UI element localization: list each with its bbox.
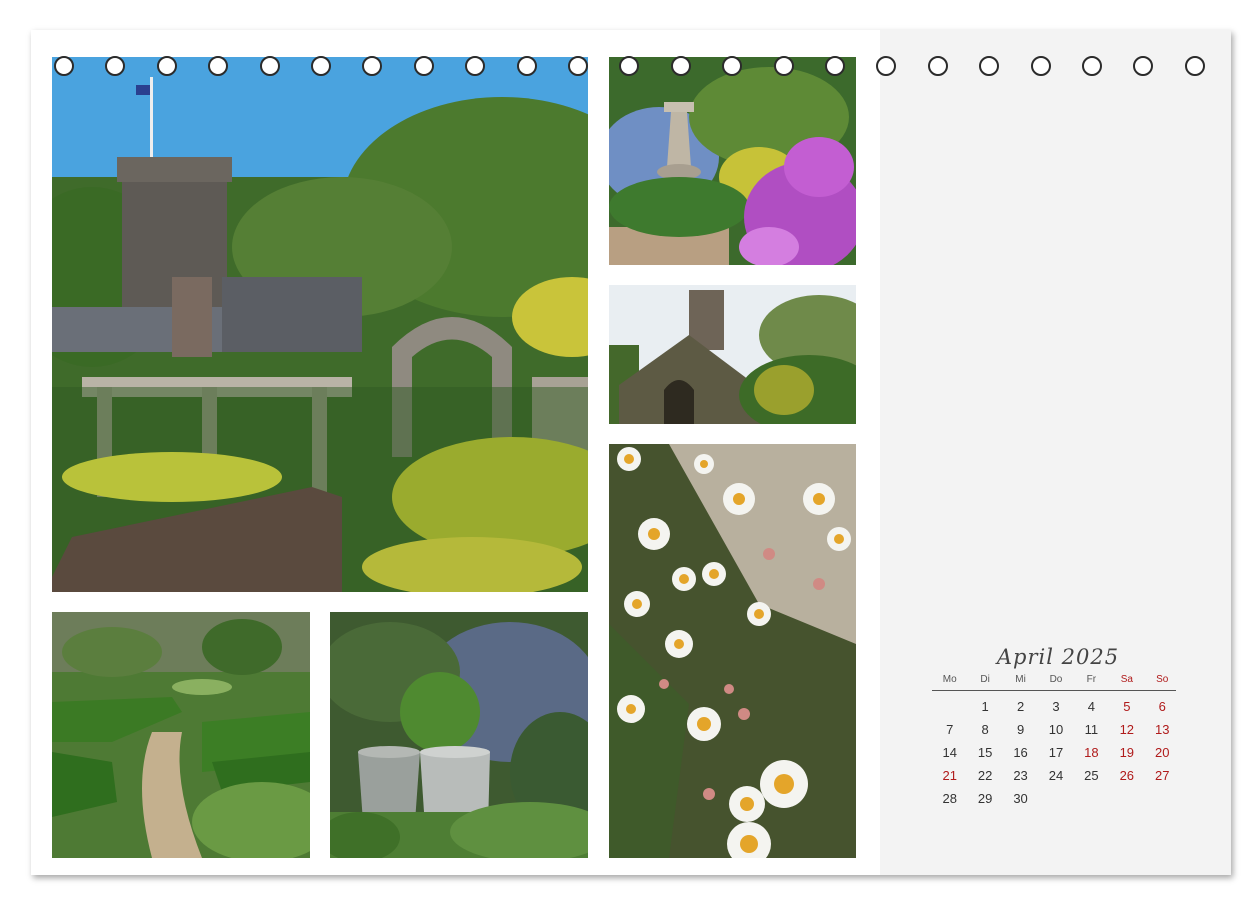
calendar-day: 3 [1052,699,1060,714]
weekday-label: Mi [1015,674,1026,685]
calendar-day: 4 [1087,699,1096,714]
calendar-day: 11 [1084,722,1099,737]
calendar-day: 8 [981,722,989,737]
calendar-day: 10 [1048,722,1064,737]
calendar-day: 1 [981,699,989,714]
weekday-label: Sa [1120,674,1133,685]
calendar-day: 18 [1084,745,1099,760]
calendar-month-title: April 2025 [996,645,1120,669]
weekday-header: Mo Di Mi Do Fr Sa So [932,674,1180,688]
photo-chapel [609,285,856,424]
weekday-label: Mo [942,674,957,685]
calendar-day: 22 [977,768,993,783]
weekday-label: Fr [1086,674,1097,685]
calendar-day: 26 [1119,768,1135,783]
calendar-day: 24 [1048,768,1064,783]
calendar-grid: 1 2 3 4 5 6 7 8 9 10 11 12 13 14 15 16 1… [932,695,1180,810]
calendar-day: 17 [1048,745,1064,760]
calendar-day: 7 [946,722,954,737]
calendar-day: 9 [1016,722,1025,737]
weekday-label: So [1156,674,1169,685]
weekday-label: Do [1049,674,1063,685]
calendar-day [1038,787,1073,810]
calendar-day: 20 [1155,745,1170,760]
calendar-day: 2 [1016,699,1025,714]
calendar-day: 21 [942,768,957,783]
photo-daisies [609,444,856,858]
calendar-day: 14 [942,745,957,760]
calendar-day [1074,787,1109,810]
calendar-day [932,695,967,718]
calendar-week: 21 22 23 24 25 26 27 [932,764,1180,787]
calendar-week: 1 2 3 4 5 6 [932,695,1180,718]
calendar-day: 6 [1158,699,1166,714]
photo-hedge-garden [52,612,310,858]
calendar-day: 19 [1119,745,1135,760]
header-divider [932,690,1176,691]
calendar-day: 5 [1123,699,1131,714]
calendar-day: 16 [1013,745,1028,760]
calendar-day: 29 [977,791,993,806]
calendar-day [1145,787,1180,810]
month-calendar: April 2025 Mo Di Mi Do Fr Sa So 1 2 3 4 … [932,642,1180,810]
calendar-week: 14 15 16 17 18 19 20 [932,741,1180,764]
calendar-day: 15 [977,745,993,760]
calendar-day: 25 [1084,768,1099,783]
calendar-day [1109,787,1144,810]
calendar-week: 28 29 30 [932,787,1180,810]
calendar-day: 30 [1013,791,1028,806]
calendar-day: 27 [1155,768,1170,783]
weekday-label: Di [980,674,990,685]
calendar-day: 13 [1155,722,1170,737]
photo-watering-cans [330,612,588,858]
calendar-day: 28 [942,791,957,806]
photo-birdbath-flowers [609,57,856,265]
calendar-week: 7 8 9 10 11 12 13 [932,718,1180,741]
calendar-day: 12 [1119,722,1135,737]
photo-garden-tower [52,57,588,592]
calendar-day: 23 [1013,768,1028,783]
